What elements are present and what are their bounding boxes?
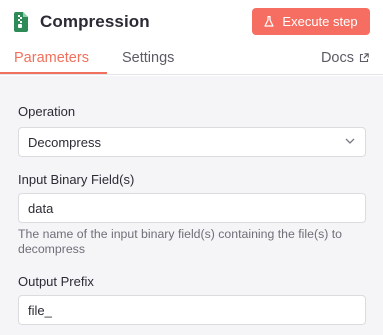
title-row: Compression [14,9,150,35]
tab-parameters[interactable]: Parameters [14,50,89,66]
tab-settings[interactable]: Settings [122,50,174,66]
file-archive-icon [14,12,28,32]
header-divider [0,74,383,75]
docs-link[interactable]: Docs [321,50,369,66]
input-binary-hint: The name of the input binary field(s) co… [18,227,342,256]
external-link-icon [359,53,369,63]
docs-label: Docs [320,50,354,66]
node-header: Compression Execute step Parameters Sett… [0,0,383,76]
input-binary-value: data [28,200,54,216]
chevron-down-icon [345,138,355,144]
execute-step-label: Execute step [282,14,358,29]
operation-select[interactable]: Decompress [18,127,366,157]
output-prefix-value: file_ [28,302,52,318]
output-prefix-label: Output Prefix [18,274,94,289]
operation-value: Decompress [28,134,101,150]
execute-step-button[interactable]: Execute step [252,8,370,35]
operation-label: Operation [18,104,76,119]
page-title: Compression [40,12,150,31]
input-binary-label: Input Binary Field(s) [18,172,135,187]
flask-icon [264,16,275,27]
output-prefix-field[interactable]: file_ [18,295,366,325]
input-binary-field[interactable]: data [18,193,366,223]
